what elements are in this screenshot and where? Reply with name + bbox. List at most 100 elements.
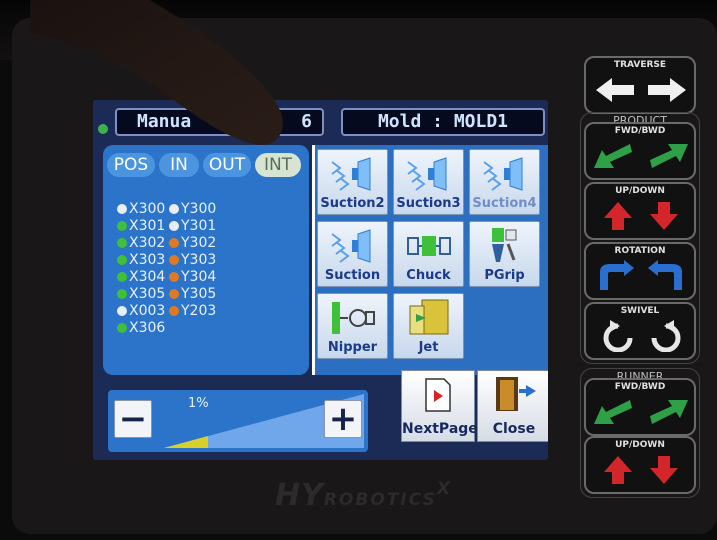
function-label: Suction4 — [472, 196, 537, 211]
output-label: Y203 — [181, 303, 217, 319]
function-label: Suction3 — [396, 196, 461, 211]
arrow-down-icon — [650, 202, 678, 230]
swivel-cw-icon — [651, 320, 681, 352]
close-label: Close — [492, 421, 536, 437]
speed-minus-button[interactable]: − — [114, 400, 152, 438]
runner-arrow-down-icon — [650, 456, 678, 484]
runner-arrow-up-icon — [604, 456, 632, 484]
input-signal: X303 — [117, 252, 165, 269]
fwd-bwd-label: FWD/BWD — [614, 126, 666, 136]
input-label: X304 — [129, 269, 166, 285]
output-signal: Y300 — [169, 201, 216, 218]
rotation-label: ROTATION — [614, 246, 666, 256]
output-label: Y302 — [181, 235, 217, 251]
function-button-pgrip[interactable]: PGrip — [469, 221, 540, 287]
rotate-left-icon — [600, 260, 634, 290]
mode-title: Manua — [137, 111, 192, 132]
arrow-left-icon — [596, 78, 634, 102]
arrow-forward-green-icon — [650, 144, 688, 168]
status-led-icon — [117, 272, 127, 282]
page-icon — [425, 378, 451, 412]
rotation-button[interactable]: ROTATION — [584, 242, 696, 300]
output-signal: Y203 — [169, 303, 216, 320]
input-signal: X306 — [117, 320, 165, 337]
status-led-icon — [169, 306, 179, 316]
arrow-up-icon — [604, 202, 632, 230]
fwd-bwd-button[interactable]: FWD/BWD — [584, 122, 696, 180]
output-signal: Y301 — [169, 218, 216, 235]
status-led-icon — [117, 204, 127, 214]
function-button-suction[interactable]: Suction — [317, 221, 388, 287]
traverse-button[interactable]: TRAVERSE — [584, 56, 696, 114]
status-led-icon — [169, 221, 179, 231]
function-label: Suction — [324, 268, 381, 283]
function-button-suction4[interactable]: Suction4 — [469, 149, 540, 215]
output-label: Y303 — [181, 252, 217, 268]
status-led — [98, 124, 108, 134]
function-button-suction2[interactable]: Suction2 — [317, 149, 388, 215]
input-label: X301 — [129, 218, 166, 234]
exit-door-icon — [496, 377, 536, 411]
up-down-button[interactable]: UP/DOWN — [584, 182, 696, 240]
output-label: Y304 — [181, 269, 217, 285]
output-signal: Y303 — [169, 252, 216, 269]
traverse-label: TRAVERSE — [613, 60, 667, 70]
mode-indicator: Manua 6 — [115, 108, 324, 136]
input-signal: X003 — [117, 303, 165, 320]
input-label: X300 — [129, 201, 166, 217]
function-label: Jet — [418, 340, 439, 355]
tab-in[interactable]: IN — [159, 153, 199, 177]
close-button[interactable]: Close — [477, 370, 548, 442]
status-led-icon — [169, 289, 179, 299]
input-signal: X302 — [117, 235, 165, 252]
tab-int[interactable]: INT — [255, 153, 301, 177]
runner-arrow-back-icon — [594, 400, 632, 424]
next-page-label: NextPage — [402, 421, 478, 437]
input-label: X306 — [129, 320, 166, 336]
speed-value: 1% — [188, 396, 209, 411]
status-led-icon — [117, 221, 127, 231]
function-button-chuck[interactable]: Chuck — [393, 221, 464, 287]
swivel-button[interactable]: SWIVEL — [584, 302, 696, 360]
input-signal: X300 — [117, 201, 165, 218]
output-signal: Y305 — [169, 286, 216, 303]
input-signal: X305 — [117, 286, 165, 303]
input-label: X305 — [129, 286, 166, 302]
status-led-icon — [169, 272, 179, 282]
output-signal: Y304 — [169, 269, 216, 286]
speed-plus-button[interactable]: + — [324, 400, 362, 438]
function-label: PGrip — [484, 268, 525, 283]
brand-main: HY — [275, 478, 324, 513]
runner-arrow-forward-icon — [650, 400, 688, 424]
function-button-nipper[interactable]: Nipper — [317, 293, 388, 359]
function-label: Nipper — [327, 340, 378, 355]
input-label: X302 — [129, 235, 166, 251]
io-panel: POS IN OUT INT X300 Y300 X301 Y301 X302 Y302 X… — [103, 145, 309, 375]
next-page-button[interactable]: NextPage — [401, 370, 478, 442]
status-led-icon — [117, 306, 127, 316]
rotate-right-icon — [648, 260, 682, 290]
runner-fwd-bwd-label: FWD/BWD — [614, 382, 666, 392]
function-label: Chuck — [406, 268, 451, 283]
output-label: Y300 — [181, 201, 217, 217]
runner-up-down-label: UP/DOWN — [615, 440, 665, 450]
runner-fwd-bwd-button[interactable]: FWD/BWD — [584, 378, 696, 436]
input-signal: X304 — [117, 269, 165, 286]
status-led-icon — [117, 289, 127, 299]
arrow-back-green-icon — [594, 144, 632, 168]
mold-indicator: Mold : MOLD1 — [341, 108, 545, 136]
function-grid: Suction2 Suction3 Suction4 Suction Chuck PGri… — [315, 145, 548, 375]
function-button-jet[interactable]: Jet — [393, 293, 464, 359]
function-button-suction3[interactable]: Suction3 — [393, 149, 464, 215]
input-label: X003 — [129, 303, 166, 319]
tab-out[interactable]: OUT — [203, 153, 251, 177]
touch-screen: Manua 6 Mold : MOLD1 POS IN OUT INT X300… — [93, 100, 548, 460]
status-led-icon — [117, 323, 127, 333]
runner-up-down-button[interactable]: UP/DOWN — [584, 436, 696, 494]
status-led-icon — [117, 238, 127, 248]
tab-pos[interactable]: POS — [107, 153, 155, 177]
status-led-icon — [169, 204, 179, 214]
output-signal: Y302 — [169, 235, 216, 252]
function-label: Suction2 — [320, 196, 385, 211]
brand-mark: X — [436, 479, 452, 499]
